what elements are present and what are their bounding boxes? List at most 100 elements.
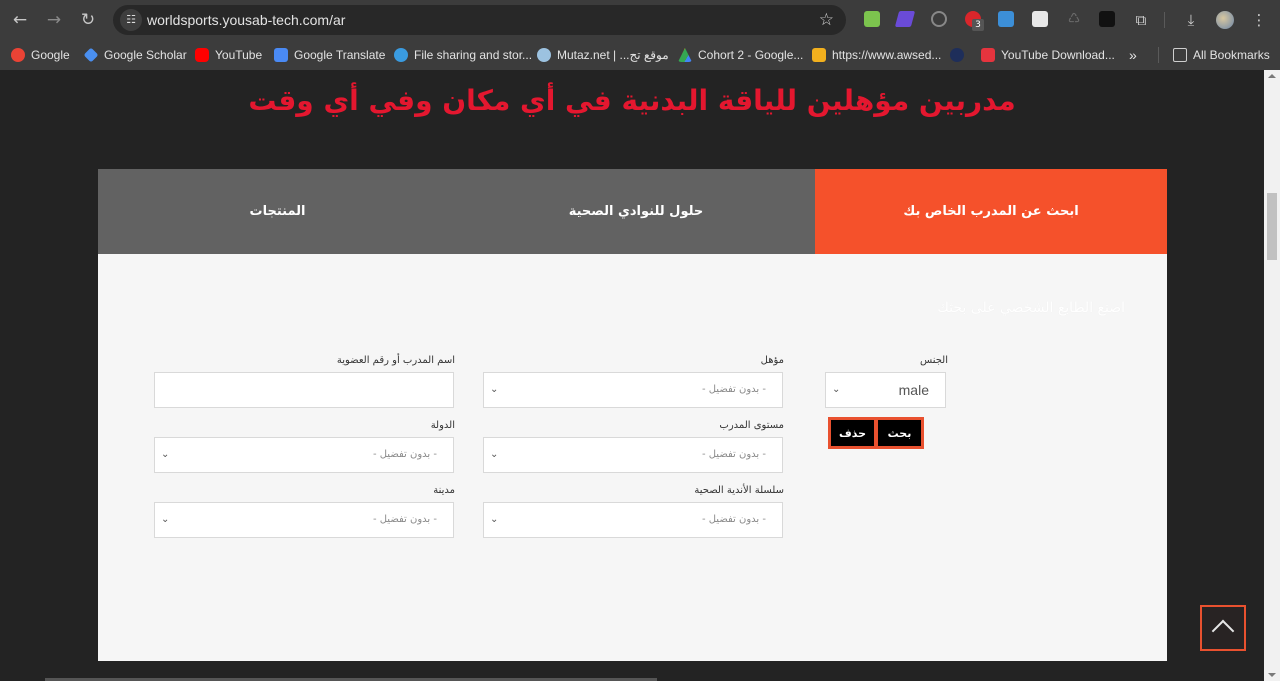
check-extension-icon[interactable] (894, 11, 916, 27)
site-info-icon[interactable]: ☷ (120, 9, 142, 31)
bookmark-label: Google Scholar (104, 48, 187, 62)
qualification-label: مؤهل (760, 355, 784, 366)
chevron-down-icon: ⌄ (161, 449, 170, 460)
city-value: - بدون تفضيل - (372, 514, 437, 525)
trainer-level-label: مستوى المدرب (719, 420, 784, 431)
page-headline: مدربين مؤهلين للياقة البدنية في أي مكان … (248, 84, 1016, 117)
reload-button[interactable]: ↻ (77, 9, 99, 31)
search-panel: المنتجات حلول للنوادي الصحية ابحث عن الم… (98, 169, 1167, 661)
gender-value: male (898, 382, 929, 398)
all-bookmarks-button[interactable]: All Bookmarks (1173, 47, 1270, 63)
recycle-extension-icon[interactable]: ♺ (1066, 11, 1082, 27)
mutaz-icon (537, 48, 551, 62)
scrollbar-thumb[interactable] (1267, 193, 1277, 260)
bookmark-unnamed[interactable] (950, 47, 970, 63)
bookmark-label: Google Translate (294, 48, 386, 62)
country-select[interactable]: - بدون تفضيل - ⌄ (154, 437, 454, 473)
download-icon[interactable]: ⤓ (1180, 9, 1202, 31)
bookmark-cohort[interactable]: Cohort 2 - Google... (678, 47, 803, 63)
gender-select[interactable]: male ⌄ (825, 372, 946, 408)
link-extension-icon[interactable] (931, 11, 947, 27)
tab-extension-icon[interactable] (1032, 11, 1048, 27)
bookmark-youtube-download[interactable]: YouTube Download... (981, 47, 1115, 63)
qualification-select[interactable]: - بدون تفضيل - ⌄ (483, 372, 783, 408)
scroll-to-top-button[interactable] (1200, 605, 1246, 651)
city-select[interactable]: - بدون تفضيل - ⌄ (154, 502, 454, 538)
browser-toolbar: ← → ↻ ☷ worldsports.yousab-tech.com/ar ☆… (0, 0, 1280, 40)
chevron-down-icon: ⌄ (832, 384, 841, 395)
chevron-down-icon: ⌄ (490, 449, 499, 460)
folder-icon (1173, 48, 1187, 62)
back-button[interactable]: ← (9, 9, 31, 31)
trainer-level-value: - بدون تفضيل - (701, 449, 766, 460)
box-icon (812, 48, 826, 62)
translate-icon (274, 48, 288, 62)
city-label: مدينة (433, 485, 455, 496)
bookmarks-bar: Google Google Scholar YouTube Google Tra… (0, 40, 1280, 70)
bookmark-label: Cohort 2 - Google... (698, 48, 804, 62)
chevron-down-icon: ⌄ (490, 514, 499, 525)
forward-button[interactable]: → (43, 9, 65, 31)
bookmark-mutaz[interactable]: Mutaz.net | ...موقع تج (537, 47, 669, 63)
bookmark-google[interactable]: Google (11, 47, 70, 63)
extension-badge: 3 (972, 19, 984, 31)
bookmark-label: https://www.awsed... (832, 48, 942, 62)
bookmark-file-sharing[interactable]: File sharing and stor... (394, 47, 532, 63)
tab-health-club-solutions[interactable]: حلول للنوادي الصحية (457, 169, 815, 254)
youtube-icon (195, 48, 209, 62)
search-subtitle: اصنع الطابع الشخصي على بحثك (937, 300, 1125, 316)
country-value: - بدون تفضيل - (372, 449, 437, 460)
trainer-level-select[interactable]: - بدون تفضيل - ⌄ (483, 437, 783, 473)
download-red-icon (981, 48, 995, 62)
dark-circle-icon (950, 48, 964, 62)
action-buttons: حذف بحث (828, 417, 924, 449)
bookmark-google-scholar[interactable]: Google Scholar (83, 47, 187, 63)
green-extension-icon[interactable] (864, 11, 880, 27)
tab-find-trainer[interactable]: ابحث عن المدرب الخاص بك (815, 169, 1167, 254)
trainer-name-label: اسم المدرب أو رقم العضوية (336, 355, 455, 366)
delete-button[interactable]: حذف (831, 420, 874, 446)
bookmark-awsed[interactable]: https://www.awsed... (812, 47, 941, 63)
chevron-up-icon (1211, 619, 1235, 643)
search-button[interactable]: بحث (878, 420, 921, 446)
dark-extension-icon[interactable] (1099, 11, 1115, 27)
bookmark-star-icon[interactable]: ☆ (819, 9, 834, 31)
qualification-value: - بدون تفضيل - (701, 384, 766, 395)
bookmark-youtube[interactable]: YouTube (195, 47, 262, 63)
bookmarks-divider (1158, 47, 1159, 63)
file-sharing-icon (394, 48, 408, 62)
health-clubs-chain-select[interactable]: - بدون تفضيل - ⌄ (483, 502, 783, 538)
address-bar[interactable]: ☷ worldsports.yousab-tech.com/ar ☆ (113, 5, 846, 35)
more-bookmarks-button[interactable]: » (1129, 47, 1137, 63)
health-clubs-chain-value: - بدون تفضيل - (701, 514, 766, 525)
profile-avatar[interactable] (1216, 11, 1234, 29)
tab-products[interactable]: المنتجات (98, 169, 457, 254)
chevron-down-icon: ⌄ (161, 514, 170, 525)
gender-label: الجنس (919, 355, 948, 366)
country-label: الدولة (430, 420, 455, 431)
vertical-scrollbar[interactable] (1264, 70, 1280, 681)
scholar-icon (83, 47, 99, 63)
fi-extension-icon[interactable] (998, 11, 1014, 27)
bookmark-label: Google (31, 48, 70, 62)
menu-kebab-icon[interactable]: ⋮ (1248, 9, 1270, 31)
bookmark-label: Mutaz.net | ...موقع تج (557, 48, 669, 62)
bookmark-label: All Bookmarks (1193, 48, 1270, 62)
scroll-up-arrow-icon[interactable] (1268, 74, 1276, 78)
bookmark-label: File sharing and stor... (414, 48, 533, 62)
scroll-down-arrow-icon[interactable] (1268, 673, 1276, 677)
bookmark-label: YouTube Download... (1001, 48, 1115, 62)
chevron-down-icon: ⌄ (490, 384, 499, 395)
google-drive-icon (678, 48, 692, 62)
google-icon (11, 48, 25, 62)
extensions-puzzle-icon[interactable]: ⧉ (1130, 9, 1152, 31)
bookmark-label: YouTube (215, 48, 263, 62)
url-text[interactable]: worldsports.yousab-tech.com/ar (147, 5, 345, 35)
panel-tabs: المنتجات حلول للنوادي الصحية ابحث عن الم… (98, 169, 1167, 254)
page-viewport: مدربين مؤهلين للياقة البدنية في أي مكان … (0, 70, 1264, 681)
health-clubs-chain-label: سلسلة الأندية الصحية (694, 485, 784, 496)
trainer-name-input[interactable] (154, 372, 454, 408)
browser-chrome: ← → ↻ ☷ worldsports.yousab-tech.com/ar ☆… (0, 0, 1280, 70)
bookmark-google-translate[interactable]: Google Translate (274, 47, 385, 63)
toolbar-divider (1164, 12, 1165, 28)
